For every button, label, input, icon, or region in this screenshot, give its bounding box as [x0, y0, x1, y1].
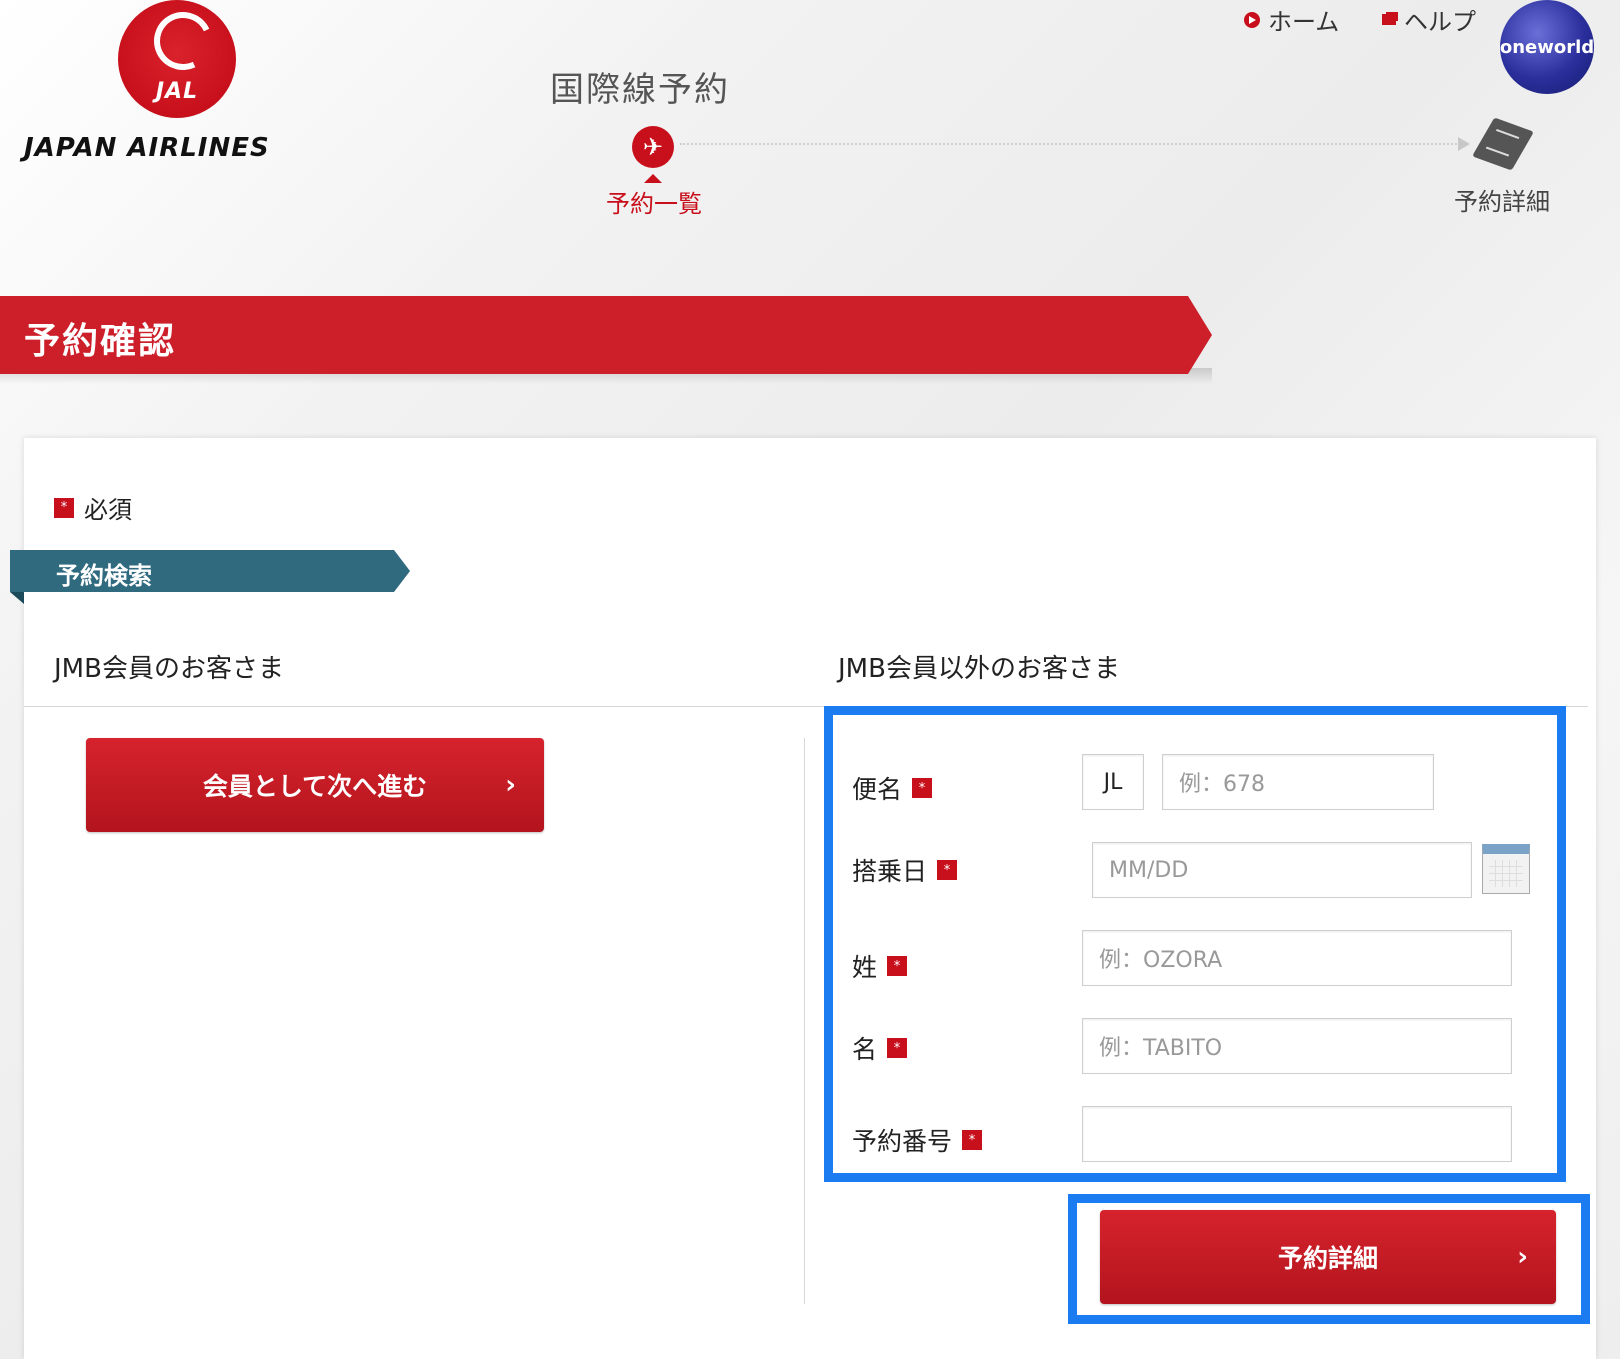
reservation-detail-button[interactable]: 予約詳細 ›: [1100, 1210, 1556, 1304]
booking-number-input[interactable]: [1082, 1106, 1512, 1162]
calendar-icon[interactable]: [1482, 844, 1530, 894]
ticket-icon: [1472, 117, 1534, 171]
member-column-heading: JMB会員のお客さま: [54, 654, 284, 684]
jal-logo-mark[interactable]: JAL: [118, 0, 236, 118]
last-name-label: 姓 *: [852, 948, 908, 984]
step-reservation-list: 予約一覧: [606, 190, 702, 218]
member-continue-button[interactable]: 会員として次へ進む ›: [86, 738, 544, 832]
first-name-label: 名 *: [852, 1030, 908, 1066]
required-star-icon: *: [887, 956, 908, 976]
boarding-date-input[interactable]: MM/DD: [1092, 842, 1472, 898]
help-link[interactable]: ヘルプ: [1382, 2, 1476, 37]
required-star-icon: *: [937, 860, 958, 880]
oneworld-logo: oneworld: [1500, 0, 1594, 94]
step-reservation-detail: 予約詳細: [1454, 188, 1550, 216]
airline-prefix-field: JL: [1082, 754, 1144, 810]
chevron-right-icon: ›: [1517, 1242, 1528, 1272]
brand-name: JAPAN AIRLINES: [24, 133, 270, 163]
help-link-label: ヘルプ: [1404, 8, 1476, 36]
current-step-indicator: [644, 174, 662, 183]
step-progress-line: [680, 143, 1460, 145]
play-icon: [1244, 11, 1260, 28]
home-link[interactable]: ホーム: [1244, 2, 1339, 37]
section-tab-fold: [10, 592, 24, 604]
crane-icon: [145, 3, 221, 79]
logo-badge-text: JAL: [155, 79, 199, 104]
step-arrow-icon: [1458, 137, 1470, 151]
required-star-icon: *: [887, 1038, 908, 1058]
section-tab-label: 予約検索: [56, 562, 152, 590]
flight-number-label-text: 便名: [852, 775, 903, 804]
page-heading: 国際線予約: [550, 70, 730, 110]
required-legend: * 必須: [54, 490, 132, 525]
required-star-icon: *: [912, 778, 933, 798]
boarding-date-label-text: 搭乗日: [852, 857, 928, 886]
flight-number-label: 便名 *: [852, 770, 933, 806]
nonmember-column-heading: JMB会員以外のお客さま: [838, 654, 1120, 684]
member-continue-label: 会員として次へ進む: [202, 772, 428, 801]
required-legend-label: 必須: [84, 496, 132, 524]
page-title-banner: [0, 296, 1212, 374]
first-name-label-text: 名: [852, 1035, 878, 1064]
flight-number-input[interactable]: 例：678: [1162, 754, 1434, 810]
home-link-label: ホーム: [1268, 8, 1340, 36]
airplane-icon: ✈: [632, 126, 674, 168]
page-title: 予約確認: [24, 321, 177, 362]
column-divider-vertical: [804, 738, 805, 1304]
last-name-input[interactable]: 例：OZORA: [1082, 930, 1512, 986]
reservation-detail-label: 予約詳細: [1277, 1244, 1378, 1273]
booking-number-label: 予約番号 *: [852, 1122, 983, 1158]
window-icon: [1382, 14, 1396, 25]
booking-number-label-text: 予約番号: [852, 1127, 953, 1156]
required-star-icon: *: [54, 497, 74, 518]
boarding-date-label: 搭乗日 *: [852, 852, 958, 888]
last-name-label-text: 姓: [852, 953, 878, 982]
required-star-icon: *: [962, 1130, 983, 1150]
chevron-right-icon: ›: [505, 770, 516, 800]
first-name-input[interactable]: 例：TABITO: [1082, 1018, 1512, 1074]
